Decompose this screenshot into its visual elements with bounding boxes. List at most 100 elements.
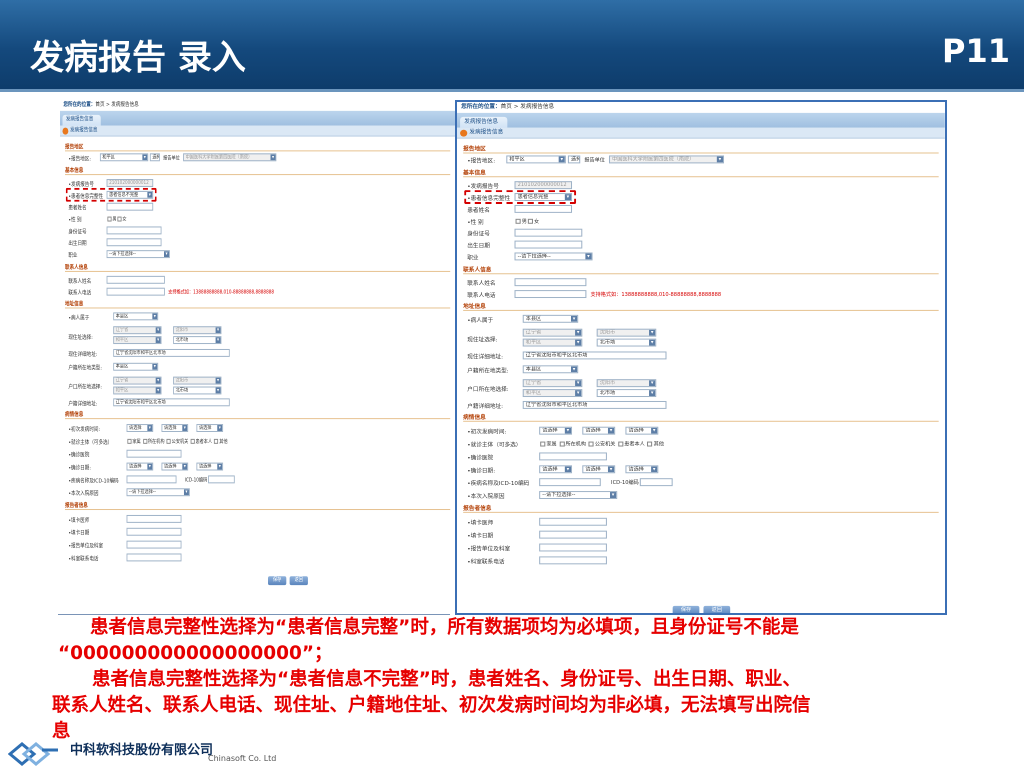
cur-district-select[interactable]: 和平区 [522, 338, 583, 347]
icd-name-field[interactable] [126, 475, 177, 484]
job-select[interactable]: --请下拉选择-- [106, 250, 170, 259]
cur-detail-field[interactable]: 辽宁省沈阳市和平区北市场 [113, 348, 230, 357]
cur-province-select[interactable]: 辽宁省 [113, 326, 162, 335]
tab-report-info[interactable]: 发病报告信息 [460, 116, 508, 128]
hukou-street-select[interactable]: 北市场 [596, 389, 657, 398]
cur-street-select[interactable]: 北市场 [173, 336, 222, 345]
label-icd: •疾病名称及ICD-10编码 [68, 478, 119, 485]
contact-name-field[interactable] [106, 275, 165, 284]
cur-province-select[interactable]: 辽宁省 [522, 328, 583, 337]
onset-month-select[interactable]: 请选择 [161, 424, 189, 432]
idno-field[interactable] [106, 226, 162, 235]
district-select[interactable]: 和平区 [99, 153, 149, 162]
contact-name-field[interactable] [514, 278, 587, 287]
clinic-checkboxes[interactable]: 家属 所在机构 公安机关 患者本人 其他 [539, 441, 664, 448]
sex-radio[interactable]: 男女 [515, 218, 539, 225]
label-card-doctor: •填卡医师 [68, 517, 90, 524]
hukou-street-select[interactable]: 北市场 [173, 386, 222, 395]
hukou-type-select[interactable]: 本县区 [113, 362, 159, 371]
hospital-field[interactable] [539, 452, 607, 461]
label-report-no: •发病报告号 [467, 184, 499, 191]
label-contact-phone: 联系人电话 [68, 290, 92, 297]
unit-select[interactable]: 中国医科大学附属第四医院（南院） [608, 155, 725, 164]
select-button[interactable]: 选择 [149, 153, 160, 162]
diag-day-select[interactable]: 请选择 [625, 465, 659, 474]
card-date-field[interactable] [126, 527, 182, 536]
card-doctor-field[interactable] [539, 517, 607, 526]
onset-day-select[interactable]: 请选择 [196, 424, 224, 432]
contact-phone-field[interactable] [514, 290, 587, 299]
caption-line-1: 患者信息完整性选择为“患者信息完整”时，所有数据项均为必填项，且身份证号不能是 [90, 617, 799, 638]
onset-year-select[interactable]: 请选择 [126, 424, 154, 432]
cur-city-select[interactable]: 沈阳市 [173, 326, 222, 335]
hukou-city-select[interactable]: 沈阳市 [596, 379, 657, 388]
sex-radio[interactable]: 男女 [107, 216, 127, 223]
hukou-province-select[interactable]: 辽宁省 [113, 376, 162, 385]
unit-select[interactable]: 中国医科大学附属第四医院（南院） [183, 153, 277, 162]
hukou-district-select[interactable]: 和平区 [113, 386, 162, 395]
report-dept-field[interactable] [539, 543, 607, 552]
clinic-checkboxes[interactable]: 家属 所在机构 公安机关 患者本人 其他 [127, 438, 228, 445]
diag-day-select[interactable]: 请选择 [196, 462, 224, 471]
section-contact: 联系人信息 [463, 265, 939, 275]
dept-phone-field[interactable] [126, 553, 182, 562]
back-button[interactable]: 返回 [703, 605, 731, 613]
save-button[interactable]: 保存 [672, 605, 700, 613]
onset-month-select[interactable]: 请选择 [582, 426, 616, 435]
diag-month-select[interactable]: 请选择 [582, 465, 616, 474]
card-date-field[interactable] [539, 530, 607, 539]
save-button[interactable]: 保存 [268, 576, 287, 586]
report-no-field[interactable]: 210102000000012 [106, 179, 154, 187]
hukou-city-select[interactable]: 沈阳市 [173, 376, 222, 385]
select-button[interactable]: 选择 [567, 155, 581, 164]
card-doctor-field[interactable] [126, 514, 182, 523]
back-button[interactable]: 返回 [289, 576, 308, 586]
section-contact: 联系人信息 [64, 263, 451, 272]
visit-select[interactable]: --请下拉选择-- [126, 488, 190, 497]
dept-phone-field[interactable] [539, 556, 607, 565]
label-icd-code: ICD-10编码 [611, 480, 639, 487]
screenshot-incomplete: 您所在的位置：首页 > 发病报告信息 发病报告信息 发病报告信息 报告地区 •报… [60, 100, 455, 612]
diag-month-select[interactable]: 请选择 [161, 462, 189, 471]
diag-year-select[interactable]: 请选择 [126, 462, 154, 471]
icd-code-field[interactable] [208, 475, 235, 484]
district-select[interactable]: 和平区 [506, 155, 566, 164]
icd-code-field[interactable] [639, 478, 673, 487]
onset-year-select[interactable]: 请选择 [539, 426, 573, 435]
label-hukou-detail: 户籍详细地址: [467, 403, 504, 410]
cur-district-select[interactable]: 和平区 [113, 336, 162, 345]
label-sex: •性 别 [467, 219, 484, 226]
visit-select[interactable]: --请下拉选择-- [539, 491, 618, 499]
cur-detail-field[interactable]: 辽宁省沈阳市和平区北市场 [522, 351, 667, 360]
label-visit: •本次入院原因 [467, 494, 505, 500]
name-field[interactable] [514, 204, 573, 213]
birth-field[interactable] [514, 240, 583, 249]
hukou-province-select[interactable]: 辽宁省 [522, 379, 583, 388]
idno-field[interactable] [514, 228, 583, 237]
belongs-select[interactable]: 本县区 [113, 312, 159, 321]
cur-city-select[interactable]: 沈阳市 [596, 328, 657, 337]
belongs-select[interactable]: 本县区 [522, 314, 579, 323]
contact-phone-field[interactable] [106, 287, 165, 296]
job-select[interactable]: --请下拉选择-- [514, 252, 593, 261]
label-idno: 身份证号 [68, 229, 87, 236]
label-card-doctor: •填卡医师 [467, 520, 494, 527]
diag-year-select[interactable]: 请选择 [539, 465, 573, 474]
label-belongs: •病人属于 [467, 317, 494, 324]
onset-day-select[interactable]: 请选择 [625, 426, 659, 435]
cur-street-select[interactable]: 北市场 [596, 338, 657, 347]
caption-line-4: 联系人姓名、联系人电话、现住址、户籍地住址、初次发病时间均为非必填，无法填写出院… [52, 695, 811, 716]
tab-report-info[interactable]: 发病报告信息 [62, 114, 101, 126]
report-dept-field[interactable] [126, 540, 182, 549]
hospital-field[interactable] [126, 449, 182, 458]
birth-field[interactable] [106, 238, 162, 247]
hukou-detail-field[interactable]: 辽宁省沈阳市和平区北市场 [113, 398, 230, 407]
icd-name-field[interactable] [539, 478, 601, 487]
hukou-district-select[interactable]: 和平区 [522, 389, 583, 398]
name-field[interactable] [106, 202, 154, 211]
report-no-field[interactable]: 210102000000012 [514, 181, 573, 190]
tab-bar: 发病报告信息 [457, 112, 945, 128]
label-idno: 身份证号 [467, 231, 490, 238]
hukou-type-select[interactable]: 本县区 [522, 365, 579, 374]
hukou-detail-field[interactable]: 辽宁省沈阳市和平区北市场 [522, 400, 667, 409]
